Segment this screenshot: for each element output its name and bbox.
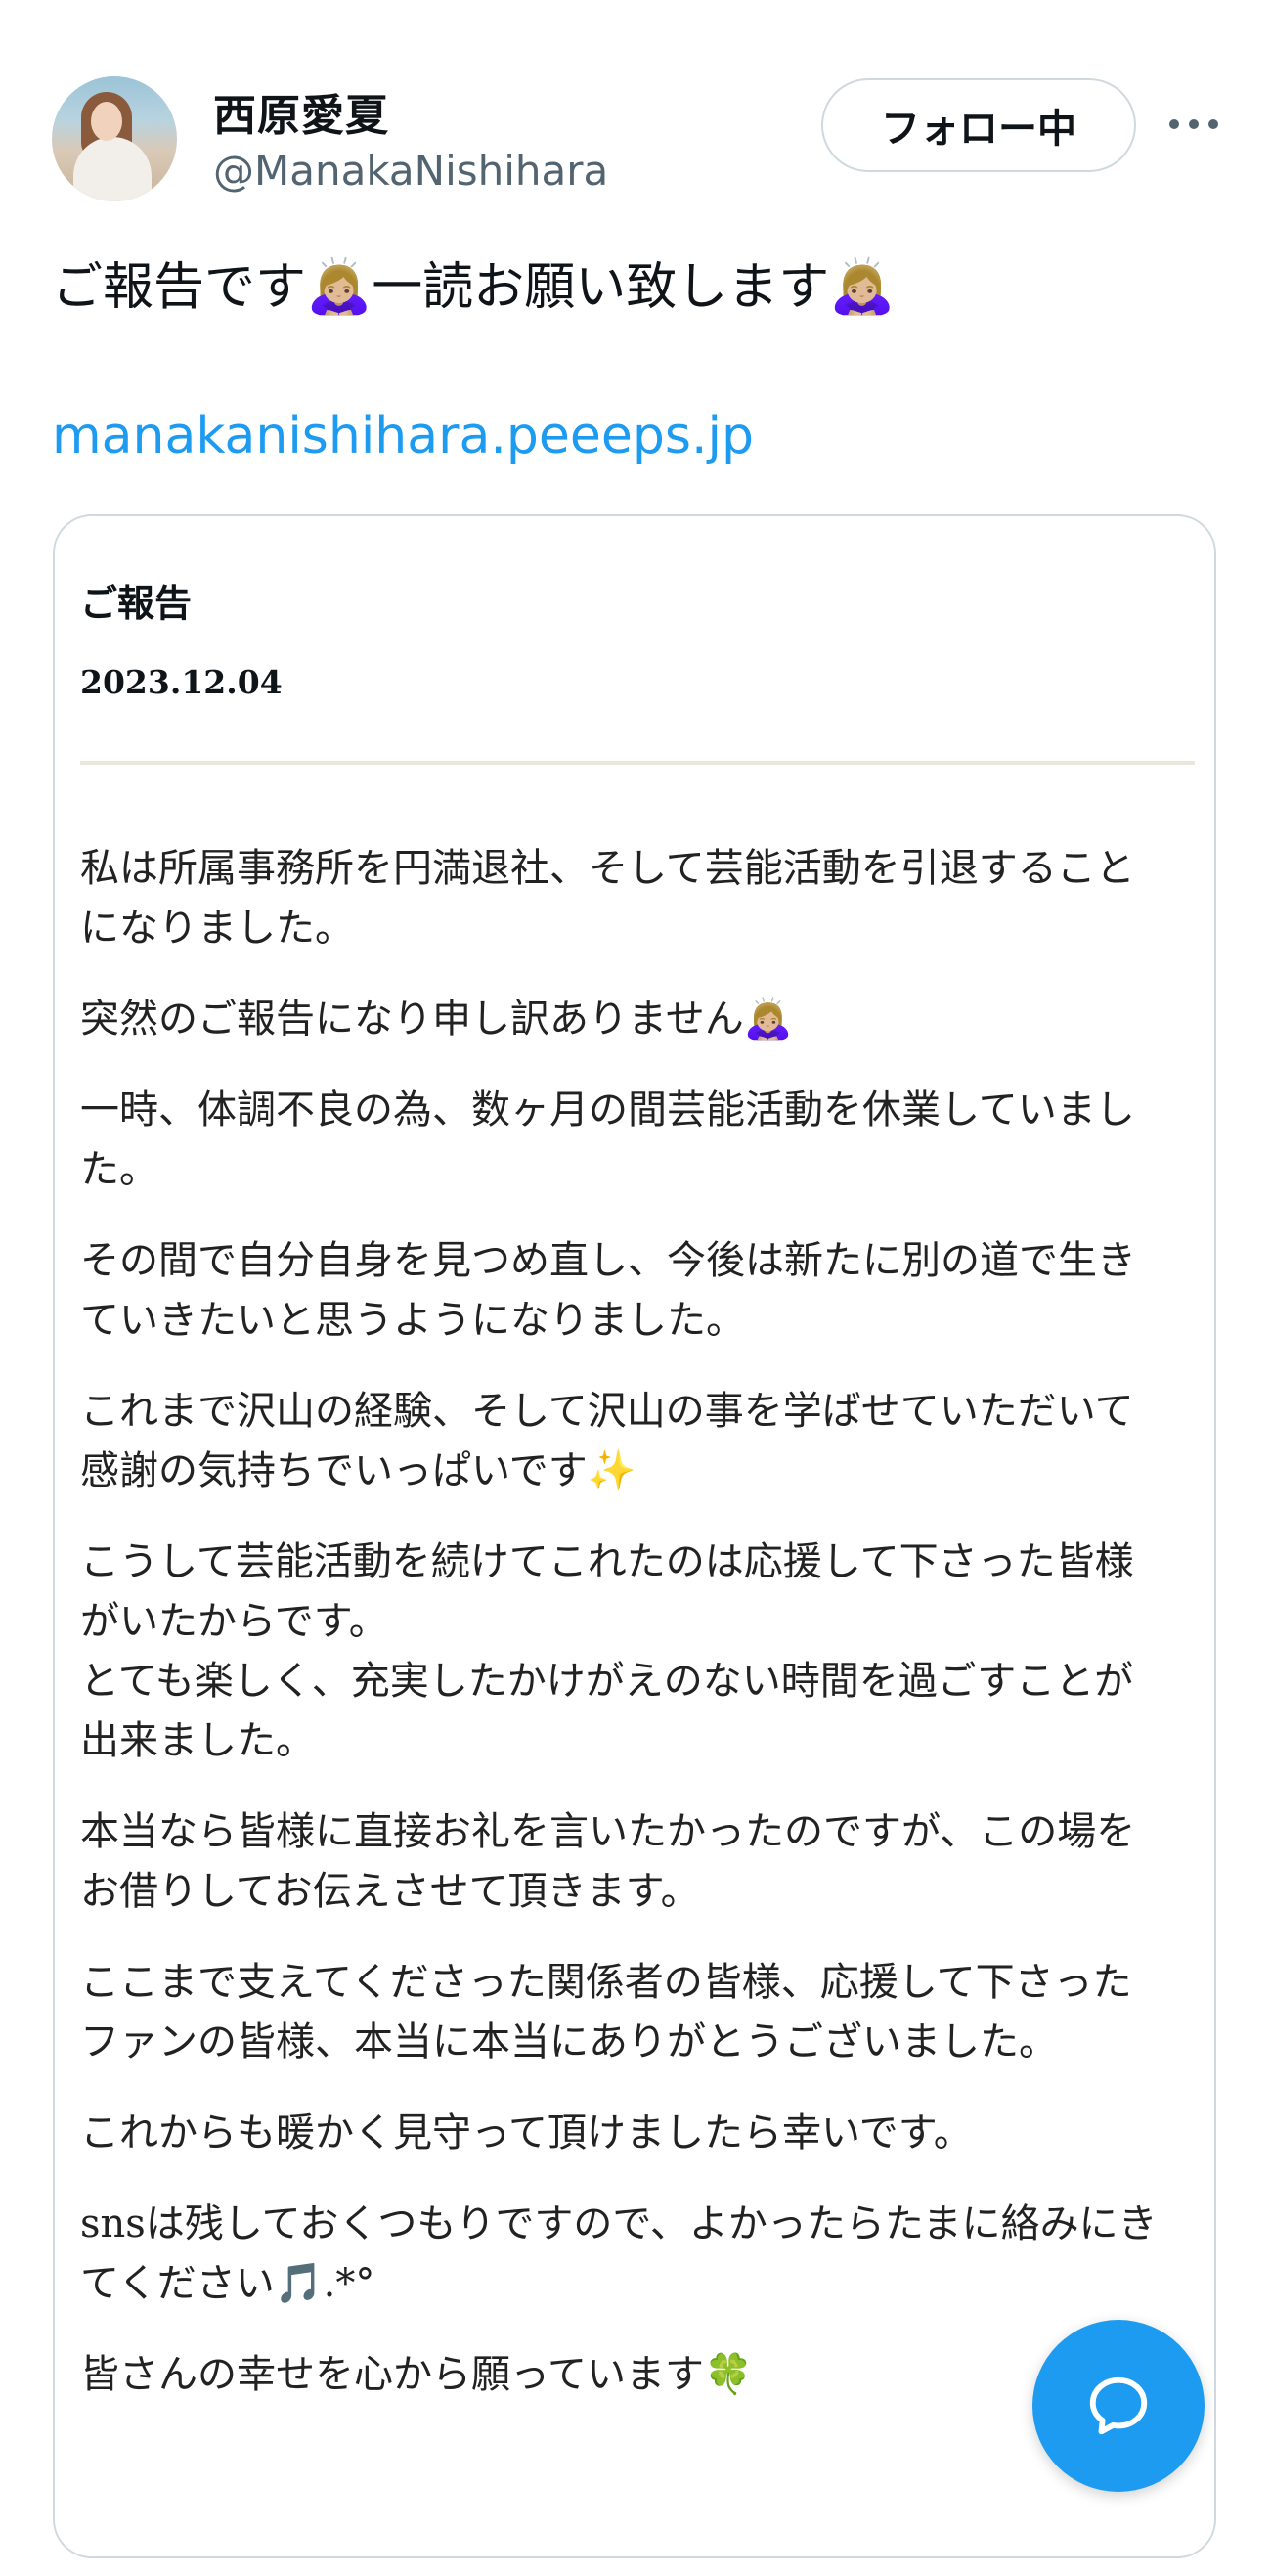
- card-paragraph-line: ここまで支えてくださった関係者の皆様、応援して下さった: [80, 1960, 1132, 2005]
- card-title: ご報告: [80, 581, 193, 625]
- card-date: 2023.12.04: [80, 663, 283, 701]
- card-paragraph-line: 私は所属事務所を円満退社、そして芸能活動を引退すること: [80, 846, 1135, 891]
- bowing-emoji-icon: 🙇🏼‍♀️: [829, 255, 896, 317]
- card-paragraph-line: 感謝の気持ちでいっぱいです✨: [80, 1448, 636, 1493]
- card-paragraph-line: てください🎵.*°: [80, 2261, 375, 2306]
- card-paragraph-line: 突然のご報告になり申し訳ありません🙇🏼‍♀️: [80, 997, 793, 1042]
- card-paragraph-line: になりました。: [80, 906, 354, 951]
- card-paragraph-line: 本当なら皆様に直接お礼を言いたかったのですが、この場を: [80, 1809, 1136, 1854]
- card-divider: [80, 761, 1195, 765]
- avatar[interactable]: [52, 76, 177, 201]
- card-paragraph: snsは残しておくつもりですので、よかったらたまに絡みにき てください🎵.*°: [80, 2195, 1195, 2314]
- card-paragraph: こうして芸能活動を続けてこれたのは応援して下さった皆様 がいたからです。とても楽し…: [80, 1532, 1195, 1771]
- tweet-header: 西原愛夏 @ManakaNishihara フォロー中: [0, 0, 1271, 225]
- tweet-text-part2: 一読お願い致します: [372, 258, 830, 317]
- card-paragraph: 皆さんの幸せを心から願っています🍀: [80, 2345, 1195, 2405]
- card-paragraph: 本当なら皆様に直接お礼を言いたかったのですが、この場を お借りしてお伝えさせて頂き…: [80, 1802, 1195, 1922]
- tweet-link[interactable]: manakanishihara.peeeps.jp: [52, 407, 754, 466]
- card-paragraph-line: その間で自分自身を見つめ直し、今後は新たに別の道で生き: [80, 1238, 1136, 1283]
- card-body: 私は所属事務所を円満退社、そして芸能活動を引退すること になりました。突然のご報告…: [80, 839, 1195, 2436]
- card-paragraph: これからも暖かく見守って頂けましたら幸いです。: [80, 2104, 1195, 2163]
- link-preview-card[interactable]: ご報告 2023.12.04 私は所属事務所を円満退社、そして芸能活動を引退する…: [53, 514, 1216, 2558]
- tweet-text-part1: ご報告です: [52, 258, 307, 317]
- card-paragraph-line: お借りしてお伝えさせて頂きます。: [80, 1869, 700, 1914]
- card-paragraph: ここまで支えてくださった関係者の皆様、応援して下さった ファンの皆様、本当に本当に…: [80, 1953, 1195, 2072]
- card-paragraph-line: snsは残しておくつもりですので、よかったらたまに絡みにき: [80, 2201, 1158, 2246]
- user-handle[interactable]: @ManakaNishihara: [213, 147, 608, 195]
- card-paragraph-line: とても楽しく、充実したかけがえのない時間を過ごすことが: [80, 1659, 1134, 1704]
- card-paragraph-line: がいたからです。: [80, 1599, 388, 1644]
- more-horizontal-icon[interactable]: [1169, 110, 1218, 139]
- card-paragraph-line: これまで沢山の経験、そして沢山の事を学ばせていただいて: [80, 1389, 1134, 1434]
- card-paragraph: 一時、体調不良の為、数ヶ月の間芸能活動を休業していまし た。: [80, 1081, 1195, 1200]
- card-paragraph: 突然のご報告になり申し訳ありません🙇🏼‍♀️: [80, 990, 1195, 1049]
- card-paragraph-line: 皆さんの幸せを心から願っています🍀: [80, 2352, 753, 2397]
- card-paragraph-line: これからも暖かく見守って頂けましたら幸いです。: [80, 2110, 973, 2155]
- tweet-text: ご報告です🙇🏼‍♀️一読お願い致します🙇🏼‍♀️: [52, 252, 896, 322]
- card-paragraph-line: ファンの皆様、本当に本当にありがとうございました。: [80, 2020, 1058, 2065]
- bowing-emoji-icon: 🙇🏼‍♀️: [306, 255, 373, 317]
- chat-fab-button[interactable]: [1032, 2320, 1205, 2492]
- chat-bubble-icon: [1089, 2376, 1148, 2435]
- card-paragraph-line: こうして芸能活動を続けてこれたのは応援して下さった皆様: [80, 1539, 1134, 1584]
- card-paragraph: その間で自分自身を見つめ直し、今後は新たに別の道で生き ていきたいと思うようになり…: [80, 1231, 1195, 1351]
- card-paragraph-line: 一時、体調不良の為、数ヶ月の間芸能活動を休業していまし: [80, 1088, 1135, 1133]
- card-paragraph-line: 出来ました。: [80, 1718, 315, 1763]
- card-paragraph: 私は所属事務所を円満退社、そして芸能活動を引退すること になりました。: [80, 839, 1195, 958]
- user-name[interactable]: 西原愛夏: [213, 80, 389, 143]
- follow-button[interactable]: フォロー中: [821, 78, 1136, 172]
- card-paragraph: これまで沢山の経験、そして沢山の事を学ばせていただいて 感謝の気持ちでいっぱいです…: [80, 1382, 1195, 1501]
- card-paragraph-line: ていきたいと思うようになりました。: [80, 1298, 745, 1343]
- card-paragraph-line: た。: [80, 1147, 158, 1192]
